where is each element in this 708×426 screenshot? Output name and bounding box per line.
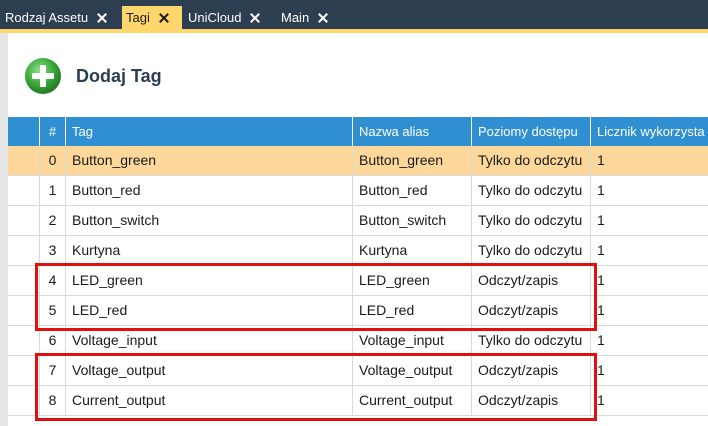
cell-tag: Voltage_input [66, 326, 353, 355]
column-header-count[interactable]: Licznik wykorzysta [591, 117, 708, 146]
tab-rodzaj-assetu[interactable]: Rodzaj Assetu [0, 6, 121, 29]
cell-tag: Kurtyna [66, 236, 353, 265]
cell-alias: Button_switch [353, 206, 472, 235]
add-tag-button[interactable]: Dodaj Tag [24, 57, 162, 95]
cell-access: Tylko do odczytu [472, 236, 591, 265]
row-selector [8, 146, 40, 175]
add-tag-label: Dodaj Tag [76, 65, 162, 86]
cell-index: 6 [40, 326, 66, 355]
cell-access: Odczyt/zapis [472, 386, 591, 415]
tab-tagi[interactable]: Tagi [122, 6, 182, 29]
table-row[interactable]: 8 Current_output Current_output Odczyt/zapi… [8, 386, 708, 416]
cell-access: Tylko do odczytu [472, 176, 591, 205]
row-selector [8, 326, 40, 355]
cell-alias: Voltage_input [353, 326, 472, 355]
cell-count: 1 [597, 272, 605, 288]
table-row[interactable]: 3 Kurtyna Kurtyna Tylko do odczytu 1 [8, 236, 708, 266]
cell-index: 8 [40, 386, 66, 415]
tab-label: Rodzaj Assetu [5, 10, 89, 25]
cell-tag: Button_red [66, 176, 353, 205]
cell-count: 1 [597, 392, 605, 408]
table-row[interactable]: 5 LED_red LED_red Odczyt/zapis 1 [8, 296, 708, 326]
row-selector [8, 176, 40, 205]
tab-unicloud[interactable]: UniCloud [183, 6, 275, 29]
cell-tag: Button_switch [66, 206, 353, 235]
cell-index: 0 [40, 146, 66, 175]
table-row[interactable]: 2 Button_switch Button_switch Tylko do odcz… [8, 206, 708, 236]
cell-alias: Current_output [353, 386, 472, 415]
cell-index: 1 [40, 176, 66, 205]
cell-alias: Button_green [353, 146, 472, 175]
cell-tag: Current_output [66, 386, 353, 415]
column-header-index[interactable]: # [40, 117, 66, 146]
cell-count: 1 [597, 332, 605, 348]
cell-access: Odczyt/zapis [472, 266, 591, 295]
table-header: # Tag Nazwa alias Poziomy dostępu Liczni… [8, 117, 708, 146]
cell-tag: Voltage_output [66, 356, 353, 385]
cell-count: 1 [597, 212, 605, 228]
row-selector [8, 266, 40, 295]
cell-access: Odczyt/zapis [472, 296, 591, 325]
cell-count: 1 [597, 242, 605, 258]
tab-main[interactable]: Main [276, 6, 340, 29]
cell-index: 7 [40, 356, 66, 385]
cell-alias: LED_green [353, 266, 472, 295]
table-row[interactable]: 0 Button_green Button_green Tylko do odczyt… [8, 146, 708, 176]
column-header-tag[interactable]: Tag [66, 117, 353, 146]
table-row[interactable]: 6 Voltage_input Voltage_input Tylko do odcz… [8, 326, 708, 356]
cell-alias: Button_red [353, 176, 472, 205]
cell-alias: Kurtyna [353, 236, 472, 265]
tab-label: Main [281, 10, 310, 25]
column-header-access[interactable]: Poziomy dostępu [472, 117, 591, 146]
row-selector [8, 356, 40, 385]
cell-count: 1 [597, 362, 605, 378]
plus-circle-icon [25, 58, 61, 94]
cell-index: 5 [40, 296, 66, 325]
table-row[interactable]: 4 LED_green LED_green Odczyt/zapis 1 [8, 266, 708, 296]
close-icon[interactable] [317, 12, 329, 24]
close-icon[interactable] [249, 12, 261, 24]
cell-tag: Button_green [66, 146, 353, 175]
cell-count: 1 [597, 152, 605, 168]
panel-edge [0, 33, 8, 426]
column-header-alias[interactable]: Nazwa alias [353, 117, 472, 146]
cell-access: Tylko do odczytu [472, 146, 591, 175]
cell-access: Tylko do odczytu [472, 326, 591, 355]
row-selector [8, 236, 40, 265]
header-spacer [8, 117, 40, 146]
cell-access: Odczyt/zapis [472, 356, 591, 385]
tags-table: # Tag Nazwa alias Poziomy dostępu Liczni… [8, 117, 708, 426]
row-selector [8, 386, 40, 415]
cell-count: 1 [597, 182, 605, 198]
close-icon[interactable] [158, 12, 170, 24]
tab-label: UniCloud [188, 10, 242, 25]
cell-alias: LED_red [353, 296, 472, 325]
cell-index: 3 [40, 236, 66, 265]
cell-tag: LED_red [66, 296, 353, 325]
cell-count: 1 [597, 302, 605, 318]
table-row[interactable]: 1 Button_red Button_red Tylko do odczytu 1 [8, 176, 708, 206]
cell-tag: LED_green [66, 266, 353, 295]
tab-label: Tagi [126, 10, 150, 25]
cell-access: Tylko do odczytu [472, 206, 591, 235]
close-icon[interactable] [96, 12, 108, 24]
cell-index: 4 [40, 266, 66, 295]
cell-alias: Voltage_output [353, 356, 472, 385]
table-row[interactable]: 7 Voltage_output Voltage_output Odczyt/zapi… [8, 356, 708, 386]
row-selector [8, 206, 40, 235]
tab-underline [0, 29, 708, 33]
cell-index: 2 [40, 206, 66, 235]
tab-bar: Rodzaj Assetu Tagi UniCloud Main [0, 0, 708, 29]
row-selector [8, 296, 40, 325]
